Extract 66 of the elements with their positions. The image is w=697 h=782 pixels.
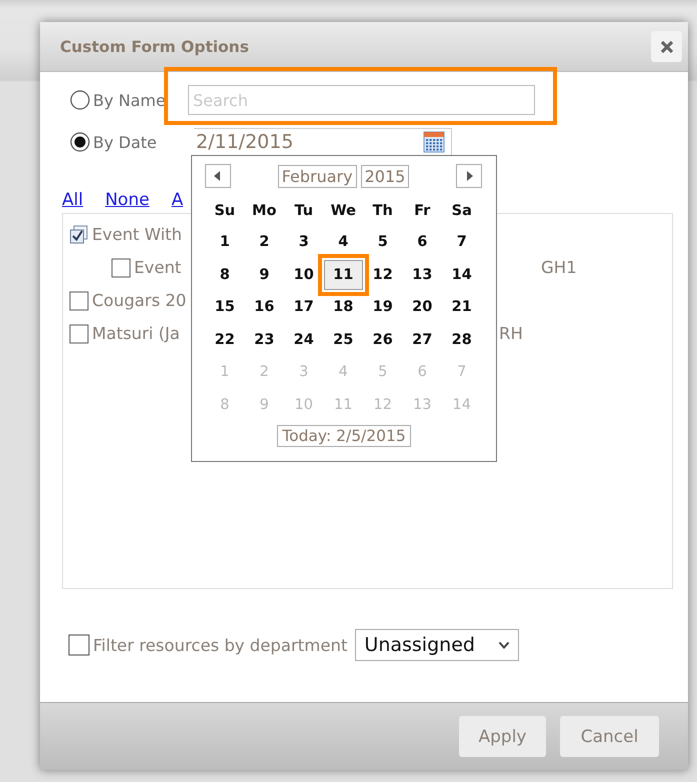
calendar-day[interactable]: 15 [206,292,244,322]
link[interactable]: None [105,190,150,210]
calendar-day[interactable]: 14 [442,260,481,290]
close-icon [660,40,674,54]
radio-label: By Date [93,132,158,152]
calendar-day[interactable]: 1 [206,227,244,258]
right-triangle-icon [465,171,473,181]
link[interactable]: All [62,190,84,210]
window-title: Custom Form Options [60,38,249,56]
calendar-day[interactable]: 9 [245,260,284,290]
calendar-day[interactable]: 26 [364,324,402,355]
calendar-day[interactable]: 27 [403,324,442,355]
list-item-label: RH [499,324,524,343]
calendar-day[interactable]: 19 [364,292,402,322]
year-field[interactable]: 2015 [360,164,410,188]
calendar-day[interactable]: 17 [284,292,323,322]
close-button[interactable] [651,31,682,62]
checkbox[interactable] [69,224,89,244]
calendar-day[interactable]: 28 [442,324,481,355]
calendar-day[interactable]: 13 [403,260,442,290]
previous-month-button[interactable] [205,164,231,188]
radio-label: By Name [93,90,167,110]
weekday-label: Th [372,202,394,221]
checkbox[interactable] [69,290,89,310]
list-item-label: Event With [92,225,182,244]
calendar-day[interactable]: 10 [284,260,323,290]
weekday-label: Fr [413,202,432,221]
checkbox-label: Filter resources by department [93,636,348,654]
weekday-label: Su [213,202,236,221]
calendar-day[interactable]: 22 [206,324,244,355]
radio-button[interactable] [70,90,90,110]
radio-button[interactable] [70,132,90,152]
calendar-day[interactable]: 2 [245,227,284,258]
calendar-day[interactable]: 18 [324,292,362,322]
list-item-label: GH1 [541,258,578,277]
checkbox[interactable] [69,324,89,344]
chevron-down-icon [498,640,510,650]
calendar-day[interactable]: 6 [403,227,442,258]
list-item-label: Cougars 20 [92,291,186,310]
calendar-day[interactable]: 3 [284,227,323,258]
checkbox[interactable] [68,634,90,656]
calendar-day[interactable]: 16 [245,292,284,322]
calendar-day[interactable]: 7 [442,227,481,258]
list-item-label: Matsuri (Ja [92,324,180,343]
left-triangle-icon [214,171,222,181]
weekday-label: Sa [450,202,473,221]
weekday-label: Mo [251,202,278,221]
calendar-day[interactable]: 8 [206,260,244,290]
today-button[interactable]: Today: 2/5/2015 [277,425,411,447]
calendar-day[interactable]: 23 [245,324,284,355]
weekday-label: Tu [293,202,314,221]
month-field[interactable]: February [278,164,357,188]
department-dropdown[interactable]: Unassigned [355,629,520,661]
calendar-icon[interactable] [423,131,445,153]
checkbox[interactable] [111,258,131,278]
calendar-day[interactable]: 4 [324,227,362,258]
calendar-day[interactable]: 5 [364,227,402,258]
calendar-day[interactable]: 21 [442,292,481,322]
calendar-day[interactable]: 24 [284,324,323,355]
link[interactable]: A [171,190,184,210]
next-month-button[interactable] [456,164,482,188]
calendar-day[interactable]: 25 [324,324,362,355]
calendar-day[interactable]: 12 [364,260,402,290]
list-item-label: Event [134,258,182,277]
weekday-label: We [330,202,357,221]
calendar-day[interactable]: 20 [403,292,442,322]
